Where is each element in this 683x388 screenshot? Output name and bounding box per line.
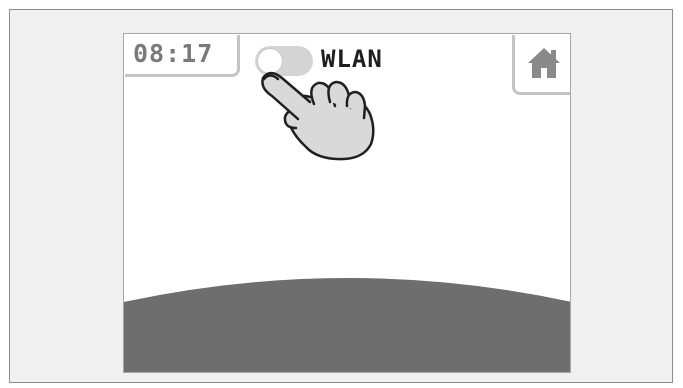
home-icon (528, 48, 560, 78)
toggle-knob (257, 48, 283, 74)
home-button[interactable] (512, 35, 570, 95)
wlan-label: WLAN (321, 45, 383, 73)
clock-tab: 08:17 (125, 35, 240, 77)
ground-illustration (124, 278, 570, 372)
touch-screen (123, 33, 571, 373)
wlan-toggle[interactable] (255, 46, 313, 76)
clock-time: 08:17 (133, 39, 214, 68)
